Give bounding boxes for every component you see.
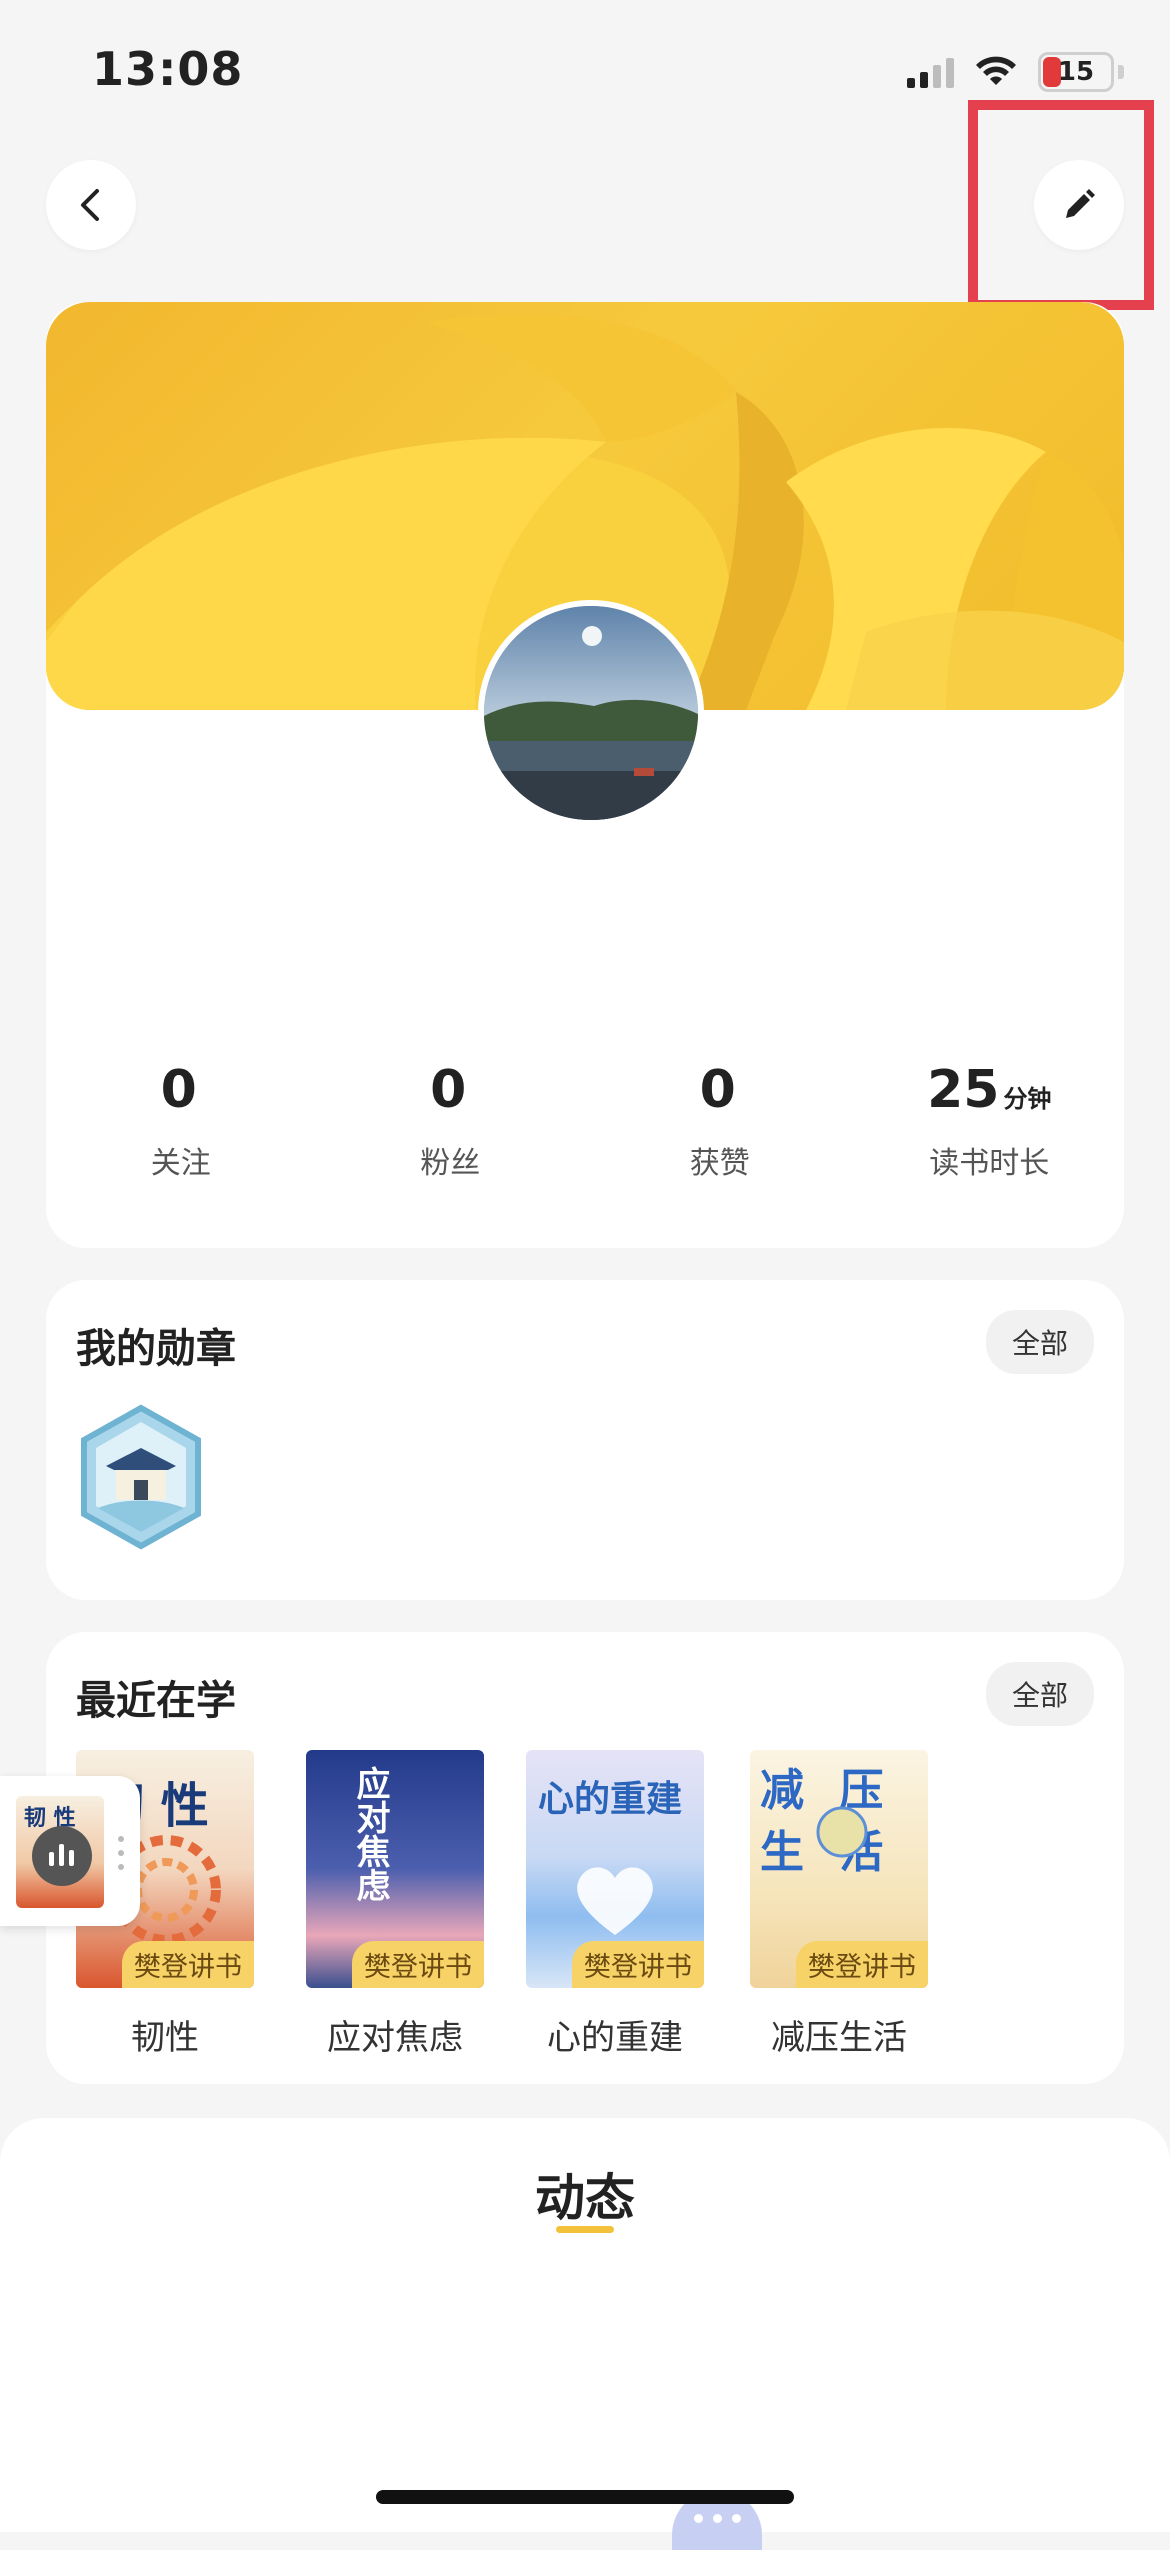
medals-all-button[interactable]: 全部 [985, 1310, 1094, 1374]
book-title[interactable]: 应对焦虑 [285, 2010, 505, 2059]
medals-card: 我的勋章 全部 [46, 1280, 1124, 1600]
battery-icon: 15 [1038, 52, 1114, 92]
stat-value: 25 [927, 1060, 1000, 1120]
stat-unit: 分钟 [1003, 1085, 1052, 1113]
book-item[interactable]: 减 压 生 活 樊登讲书 [750, 1750, 928, 1988]
battery-level: 15 [1057, 57, 1095, 87]
book-tag: 樊登讲书 [122, 1941, 254, 1988]
book-cover-title: 心的重建 [538, 1778, 683, 1820]
chevron-left-icon [81, 189, 99, 221]
avatar-photo [484, 606, 698, 820]
avatar[interactable] [478, 600, 704, 826]
book-title[interactable]: 减压生活 [729, 2010, 949, 2059]
status-icons: 15 [907, 52, 1124, 92]
recent-title: 最近在学 [76, 1678, 236, 1724]
highlight-box [968, 100, 1154, 310]
stat-label: 读书时长 [929, 1146, 1050, 1181]
mini-player[interactable]: 韧 性 [0, 1776, 140, 1926]
home-indicator [376, 2490, 794, 2504]
book-cover: 减 压 生 活 樊登讲书 [750, 1750, 928, 1988]
stat-likes[interactable]: 0 获赞 [585, 1060, 855, 1182]
brain-art [816, 1806, 868, 1858]
stat-label: 粉丝 [420, 1146, 481, 1181]
stat-reading-time[interactable]: 25 分钟 读书时长 [855, 1060, 1125, 1182]
audio-wave-icon [32, 1826, 92, 1886]
book-tag: 樊登讲书 [572, 1941, 704, 1988]
status-time: 13:08 [92, 42, 244, 96]
stat-value: 0 [430, 1060, 467, 1120]
medal-badge-icon[interactable] [76, 1404, 206, 1550]
stat-label: 获赞 [689, 1146, 750, 1181]
recent-all-button[interactable]: 全部 [985, 1662, 1094, 1726]
cellular-signal-icon [907, 56, 954, 88]
book-tag: 樊登讲书 [796, 1941, 928, 1988]
book-title[interactable]: 心的重建 [505, 2010, 725, 2059]
book-cover: 心的重建 樊登讲书 [526, 1750, 704, 1988]
feed-tab-label: 动态 [535, 2169, 635, 2227]
feed-panel: 动态 [0, 2118, 1170, 2550]
stat-followers[interactable]: 0 粉丝 [316, 1060, 586, 1182]
stat-value: 0 [699, 1060, 736, 1120]
recent-learning-card: 最近在学 全部 韧 性 樊登讲书 韧性 应对焦虑 樊登讲书 应对焦虑 心的重建 … [46, 1632, 1124, 2084]
stat-label: 关注 [150, 1146, 211, 1181]
wifi-icon [976, 56, 1016, 85]
stat-value: 0 [160, 1060, 197, 1120]
heart-art [577, 1867, 653, 1935]
profile-stats: 0 关注 0 粉丝 0 获赞 25 分钟 读书时长 [46, 1060, 1124, 1182]
book-item[interactable]: 应对焦虑 樊登讲书 [306, 1750, 484, 1988]
more-dots-icon[interactable] [118, 1836, 124, 1870]
medals-title: 我的勋章 [76, 1326, 236, 1372]
book-title[interactable]: 韧性 [55, 2010, 275, 2059]
book-cover: 应对焦虑 樊登讲书 [306, 1750, 484, 1988]
feed-tab-indicator [556, 2226, 614, 2233]
back-button[interactable] [46, 160, 136, 250]
feed-tab[interactable]: 动态 [0, 2158, 1170, 2230]
book-tag: 樊登讲书 [352, 1941, 484, 1988]
book-item[interactable]: 心的重建 樊登讲书 [526, 1750, 704, 1988]
stat-following[interactable]: 0 关注 [46, 1060, 316, 1182]
book-cover-title: 应对焦虑 [350, 1766, 390, 1902]
